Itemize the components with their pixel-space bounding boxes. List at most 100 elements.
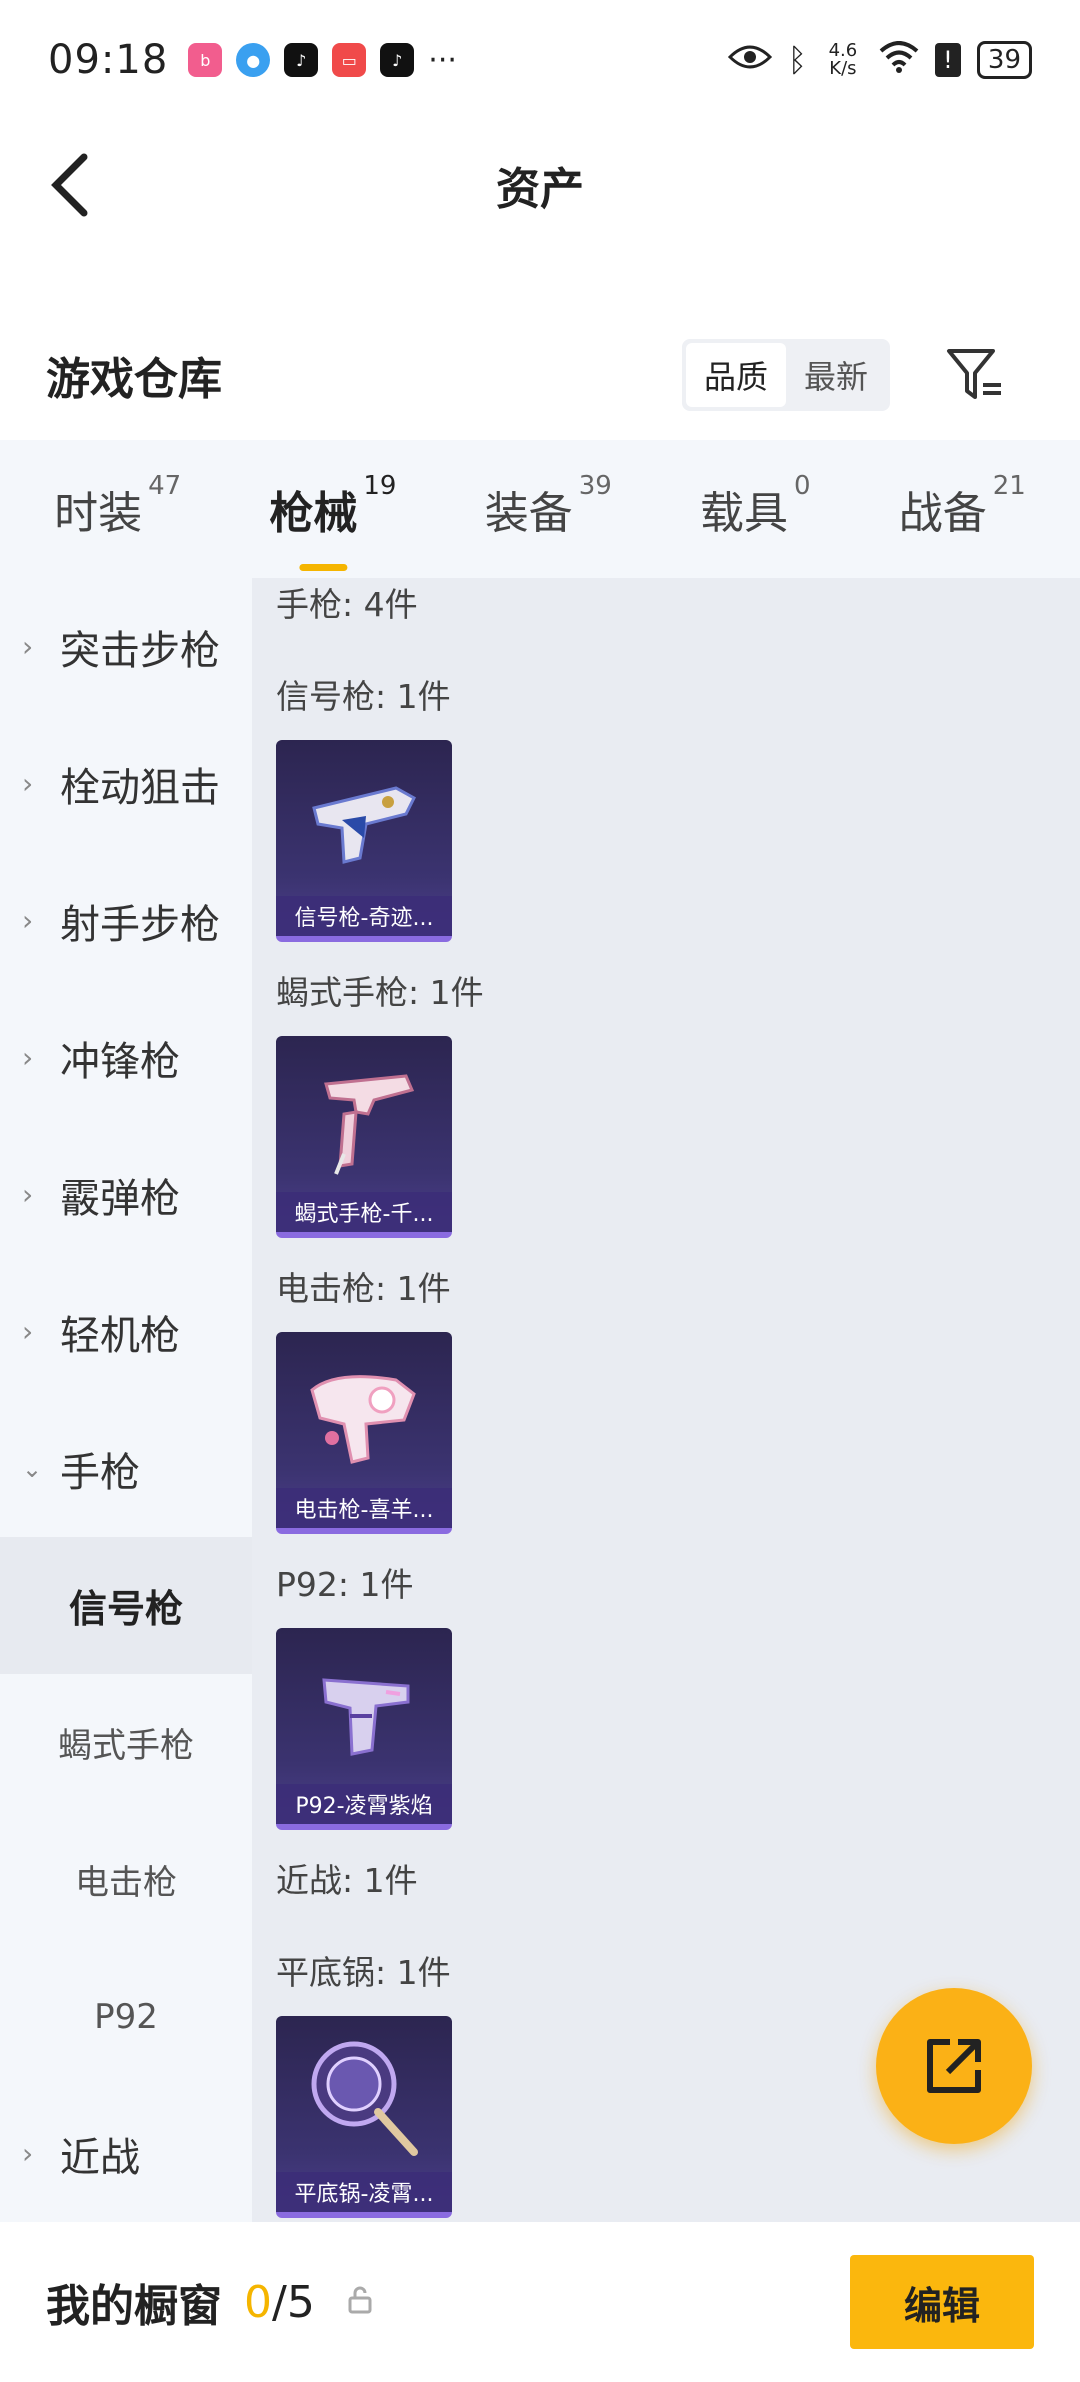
flare-gun-image bbox=[312, 786, 416, 864]
item-card[interactable]: 平底锅-凌霄... bbox=[276, 2016, 452, 2218]
eye-icon bbox=[727, 42, 772, 79]
tab-equipment[interactable]: 装备 39 bbox=[484, 471, 612, 541]
frying-pan-image bbox=[311, 2041, 418, 2156]
item-caption: 信号枪-奇迹... bbox=[276, 896, 452, 936]
item-card[interactable]: 蝎式手枪-千... bbox=[276, 1036, 452, 1238]
sidebar-item-marksman-rifle[interactable]: › 射手步枪 bbox=[0, 852, 252, 989]
tab-count: 39 bbox=[578, 471, 612, 501]
group-title: 近战: 1件 bbox=[276, 1861, 418, 1900]
sidebar-item-melee[interactable]: › 近战 bbox=[0, 2085, 252, 2222]
battery-indicator: 39 bbox=[976, 41, 1032, 79]
sidebar-item-label: 栓动狙击 bbox=[60, 764, 220, 811]
sidebar-sub-p92[interactable]: P92 bbox=[0, 1948, 252, 2085]
group-title: 信号枪: 1件 bbox=[276, 677, 451, 716]
notification-icons: b ● ♪ ▭ ♪ ··· bbox=[188, 43, 457, 78]
filter-icon bbox=[947, 349, 1001, 399]
tiktok-icon: ♪ bbox=[380, 43, 415, 77]
group-title: 电击枪: 1件 bbox=[276, 1269, 451, 1308]
sidebar-item-pistol[interactable]: ⌄ 手枪 bbox=[0, 1400, 252, 1537]
sort-newest-button[interactable]: 最新 bbox=[786, 343, 886, 407]
bluetooth-icon: ᛒ bbox=[787, 41, 807, 79]
tiktok-icon: ♪ bbox=[284, 43, 319, 77]
sidebar-item-label: 射手步枪 bbox=[60, 901, 220, 948]
tab-vehicles[interactable]: 载具 0 bbox=[699, 471, 811, 541]
sidebar-item-shotgun[interactable]: › 霰弹枪 bbox=[0, 1126, 252, 1263]
status-time: 09:18 bbox=[48, 37, 169, 83]
chevron-right-icon: › bbox=[22, 904, 34, 937]
edit-button[interactable]: 编辑 bbox=[850, 2255, 1034, 2349]
sidebar-item-label: 突击步枪 bbox=[60, 627, 220, 674]
taser-image bbox=[310, 1375, 416, 1464]
chevron-right-icon: › bbox=[22, 630, 34, 663]
tab-firearms[interactable]: 枪械 19 bbox=[269, 471, 396, 571]
back-arrow-icon bbox=[51, 153, 88, 217]
status-bar: 09:18 b ● ♪ ▭ ♪ ··· ᛒ 4.6 K/s ! 39 bbox=[0, 0, 1080, 120]
chevron-right-icon: › bbox=[22, 767, 34, 800]
tab-count: 47 bbox=[148, 471, 182, 501]
warehouse-title: 游戏仓库 bbox=[46, 354, 222, 405]
group-title: 蝎式手枪: 1件 bbox=[276, 973, 484, 1012]
tab-combat-gear[interactable]: 战备 21 bbox=[898, 471, 1026, 541]
page-title: 资产 bbox=[496, 164, 584, 215]
showcase-label: 我的橱窗 bbox=[46, 2281, 222, 2332]
sidebar-sub-flare-gun[interactable]: 信号枪 bbox=[0, 1537, 252, 1674]
tab-label: 枪械 bbox=[269, 488, 358, 539]
tab-label: 战备 bbox=[898, 488, 987, 539]
more-notifications-icon: ··· bbox=[428, 42, 457, 78]
group-title: 平底锅: 1件 bbox=[276, 1953, 451, 1992]
net-speed: 4.6 K/s bbox=[828, 40, 858, 79]
alert-icon: ! bbox=[934, 43, 961, 77]
item-list[interactable]: 手枪: 4件 信号枪: 1件 信号枪-奇迹... 蝎式手枪: 1件 蝎式手枪-千… bbox=[252, 578, 1080, 2222]
sidebar-item-lmg[interactable]: › 轻机枪 bbox=[0, 1263, 252, 1400]
chevron-down-icon: ⌄ bbox=[22, 1454, 43, 1483]
bilibili-icon: b bbox=[188, 43, 223, 77]
sidebar-item-label: 轻机枪 bbox=[60, 1312, 180, 1359]
shopping-icon: ▭ bbox=[332, 43, 367, 77]
chevron-right-icon: › bbox=[22, 1315, 34, 1348]
chevron-right-icon: › bbox=[22, 1178, 34, 1211]
sidebar-sub-taser[interactable]: 电击枪 bbox=[0, 1811, 252, 1948]
warehouse-bar: 游戏仓库 品质 最新 bbox=[0, 320, 1080, 430]
chevron-right-icon: › bbox=[22, 2137, 34, 2170]
item-caption: 平底锅-凌霄... bbox=[276, 2172, 452, 2212]
sidebar-item-bolt-sniper[interactable]: › 栓动狙击 bbox=[0, 715, 252, 852]
wifi-icon bbox=[879, 40, 919, 80]
tab-label: 时装 bbox=[54, 488, 143, 539]
item-caption: P92-凌霄紫焰 bbox=[276, 1784, 452, 1824]
tab-fashion[interactable]: 时装 47 bbox=[54, 471, 181, 541]
p92-pistol-image bbox=[322, 1678, 410, 1756]
showcase-total: /5 bbox=[272, 2276, 315, 2328]
sidebar-item-assault-rifle[interactable]: › 突击步枪 bbox=[0, 578, 252, 715]
sort-toggle: 品质 最新 bbox=[681, 339, 890, 411]
tab-label: 装备 bbox=[484, 488, 573, 539]
category-tabs: 时装 47 枪械 19 装备 39 载具 0 战备 21 bbox=[0, 440, 1080, 578]
showcase-bar: 我的橱窗 0/5 编辑 bbox=[0, 2222, 1080, 2382]
sidebar-item-smg[interactable]: › 冲锋枪 bbox=[0, 989, 252, 1126]
header: 资产 bbox=[0, 120, 1080, 250]
share-button[interactable] bbox=[876, 1988, 1032, 2144]
share-external-icon bbox=[927, 2039, 981, 2093]
chevron-right-icon: › bbox=[22, 1041, 34, 1074]
group-title: P92: 1件 bbox=[276, 1565, 414, 1604]
sidebar-item-label: 冲锋枪 bbox=[60, 1038, 180, 1085]
sidebar-sub-scorpion[interactable]: 蝎式手枪 bbox=[0, 1674, 252, 1811]
back-button[interactable] bbox=[40, 150, 100, 220]
item-caption: 蝎式手枪-千... bbox=[276, 1192, 452, 1232]
tab-label: 载具 bbox=[699, 488, 788, 539]
item-card[interactable]: 信号枪-奇迹... bbox=[276, 740, 452, 942]
showcase-count: 0/5 bbox=[244, 2277, 315, 2328]
item-card[interactable]: 电击枪-喜羊... bbox=[276, 1332, 452, 1534]
sidebar-item-label: 手枪 bbox=[60, 1449, 140, 1496]
sidebar-item-label: 近战 bbox=[60, 2134, 140, 2181]
filter-button[interactable] bbox=[940, 340, 1010, 410]
item-card[interactable]: P92-凌霄紫焰 bbox=[276, 1628, 452, 1830]
sort-quality-button[interactable]: 品质 bbox=[685, 343, 786, 407]
weapon-category-sidebar: › 突击步枪 › 栓动狙击 › 射手步枪 › 冲锋枪 › 霰弹枪 › 轻机枪 ⌄ 手枪 信号枪… bbox=[0, 578, 252, 2222]
showcase-current: 0 bbox=[244, 2276, 272, 2328]
tab-count: 19 bbox=[363, 471, 397, 501]
item-caption: 电击枪-喜羊... bbox=[276, 1488, 452, 1528]
sidebar-item-label: 霰弹枪 bbox=[60, 1175, 180, 1222]
tab-count: 21 bbox=[992, 471, 1026, 501]
scorpion-pistol-image bbox=[324, 1074, 415, 1175]
lock-icon bbox=[347, 2285, 373, 2319]
